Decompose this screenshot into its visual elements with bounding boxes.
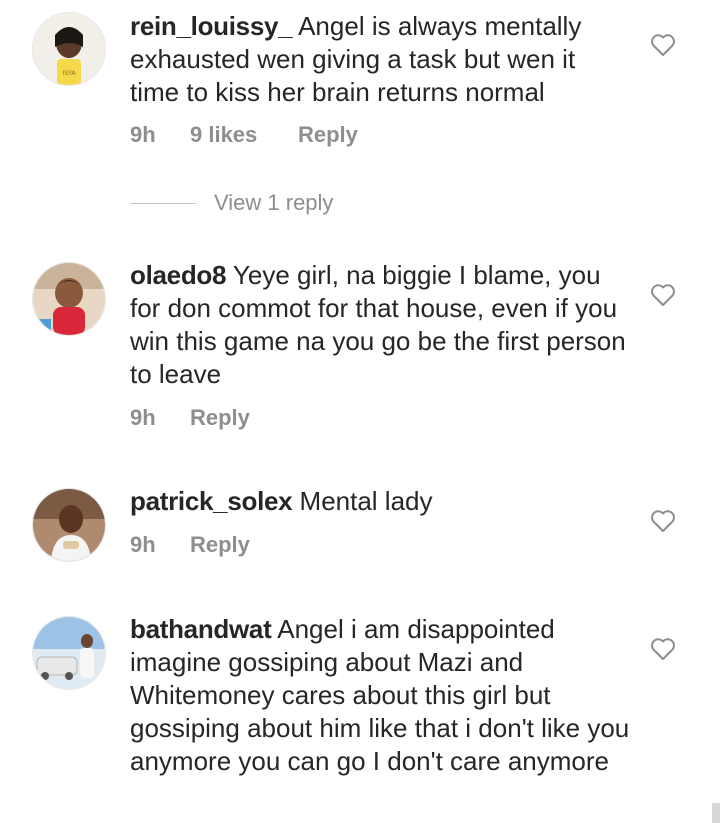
heart-outline-icon[interactable] bbox=[650, 33, 676, 57]
reply-button[interactable]: Reply bbox=[298, 122, 358, 148]
svg-text:ISYA: ISYA bbox=[63, 70, 77, 77]
avatar[interactable] bbox=[32, 262, 106, 336]
comment-username[interactable]: bathandwat bbox=[130, 614, 272, 644]
comment-username[interactable]: rein_louissy_ bbox=[130, 11, 293, 41]
divider bbox=[130, 202, 196, 204]
comment-likes[interactable]: 9 likes bbox=[190, 122, 298, 148]
comment-meta: 9h 9 likes Reply bbox=[130, 122, 358, 148]
comment-time: 9h bbox=[130, 122, 156, 147]
comment-body: rein_louissy_ Angel is always mentally e… bbox=[130, 10, 630, 109]
view-replies-label[interactable]: View 1 reply bbox=[214, 190, 333, 216]
comment-body: patrick_solex Mental lady bbox=[130, 485, 630, 518]
comment-body: bathandwat Angel i am disappointed imagi… bbox=[130, 613, 630, 778]
heart-outline-icon[interactable] bbox=[650, 283, 676, 307]
view-replies-button[interactable]: View 1 reply bbox=[130, 190, 333, 216]
scrollbar[interactable] bbox=[712, 803, 720, 823]
comment-username[interactable]: olaedo8 bbox=[130, 260, 226, 290]
comment-meta: 9h Reply bbox=[130, 532, 250, 558]
heart-outline-icon[interactable] bbox=[650, 637, 676, 661]
reply-button[interactable]: Reply bbox=[190, 532, 250, 558]
comment-time: 9h bbox=[130, 532, 156, 557]
avatar[interactable] bbox=[32, 616, 106, 690]
avatar[interactable]: ISYA bbox=[32, 12, 106, 86]
comment-text: Mental lady bbox=[299, 486, 433, 516]
reply-button[interactable]: Reply bbox=[190, 405, 250, 431]
comment-meta: 9h Reply bbox=[130, 405, 250, 431]
heart-outline-icon[interactable] bbox=[650, 509, 676, 533]
comment-username[interactable]: patrick_solex bbox=[130, 486, 293, 516]
avatar[interactable] bbox=[32, 488, 106, 562]
comment-time: 9h bbox=[130, 405, 156, 430]
comment-body: olaedo8 Yeye girl, na biggie I blame, yo… bbox=[130, 259, 630, 391]
